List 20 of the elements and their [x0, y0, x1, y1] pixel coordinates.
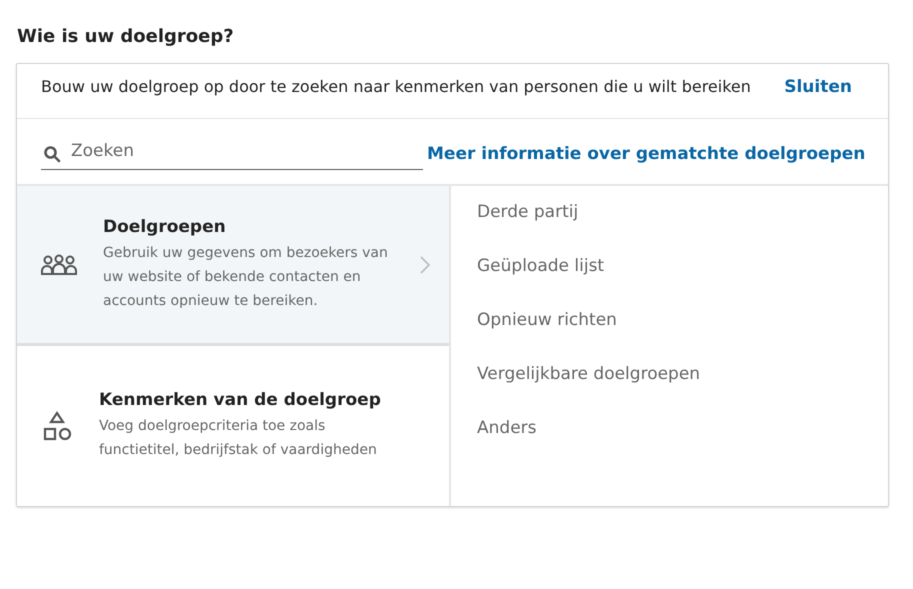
category-title: Doelgroepen [103, 216, 227, 236]
category-description: Gebruik uw gegevens om bezoekers van uw website of bekende contacten en accounts opnieuw te bereiken. [103, 244, 389, 310]
people-icon [41, 254, 77, 276]
category-item[interactable]: Kenmerken van de doelgroep Voeg doelgroepcriteria toe zoals functietitel, bedrijfstak of vaardigheden [17, 346, 449, 506]
option-item[interactable]: Opnieuw richten [477, 308, 700, 332]
intro-text: Bouw uw doelgroep op door te zoeken naar kenmerken van personen die u wilt bereiken [41, 76, 752, 98]
info-link[interactable]: Meer informatie over gematchte doelgroepen [427, 144, 866, 164]
option-item[interactable]: Geüploade lijst [477, 254, 700, 278]
category-description: Voeg doelgroepcriteria toe zoals functietitel, bedrijfstak of vaardigheden [99, 417, 378, 460]
option-item[interactable]: Vergelijkbare doelgroepen [477, 362, 700, 386]
category-title: Kenmerken van de doelgroep [99, 390, 382, 410]
page-title: Wie is uw doelgroep? [17, 26, 235, 47]
category-item[interactable]: Doelgroepen Gebruik uw gegevens om bezoekers van uw website of bekende contacten en accounts opnieuw te bereiken. [17, 186, 449, 346]
search-icon [43, 145, 61, 163]
search-field[interactable]: Zoeken [41, 137, 423, 170]
chevron-icon [419, 254, 431, 274]
option-item[interactable]: Derde partij [477, 200, 700, 224]
option-item[interactable]: Anders [477, 416, 700, 440]
shapes-icon [41, 410, 73, 442]
close-link[interactable]: Sluiten [784, 77, 852, 97]
